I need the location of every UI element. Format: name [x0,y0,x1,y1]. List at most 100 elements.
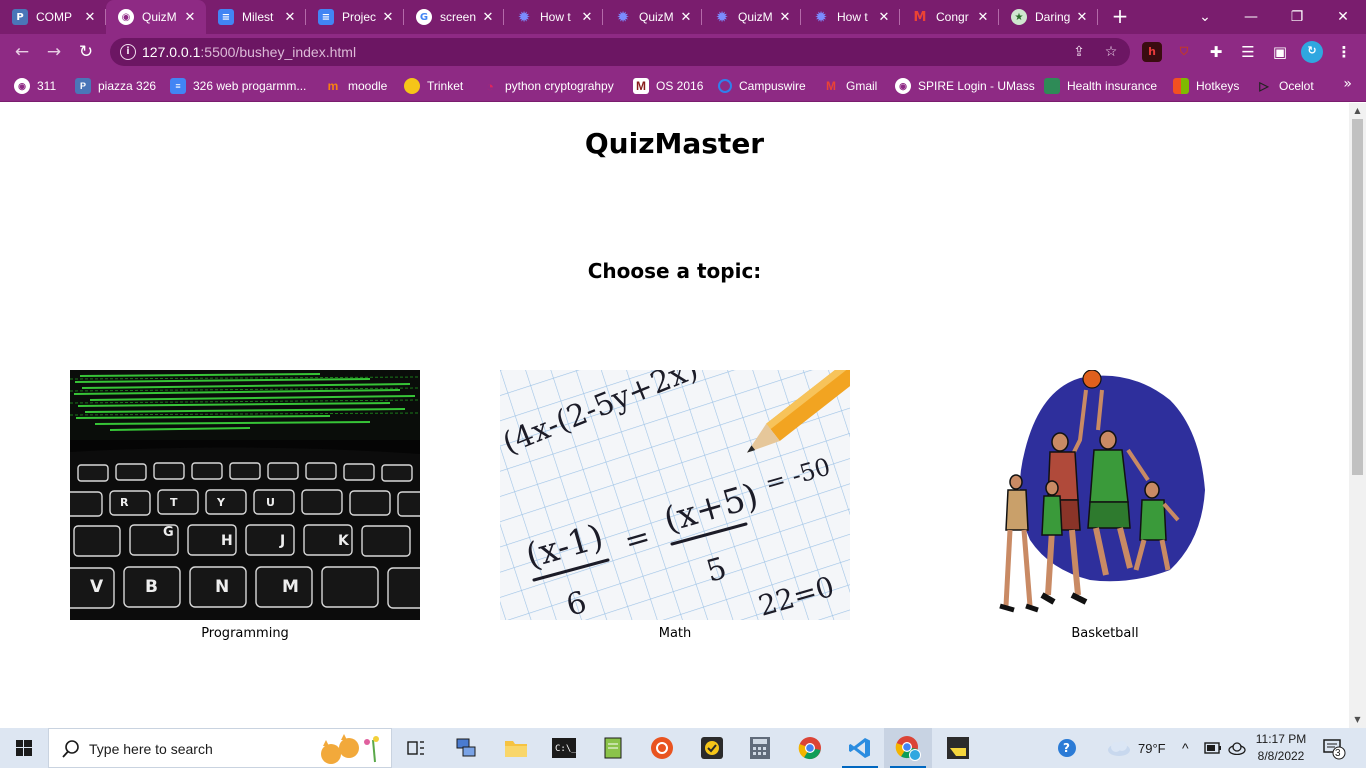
tab-6[interactable]: ✹ QuizM ✕ [603,0,702,34]
close-window-button[interactable]: ✕ [1320,0,1366,34]
bookmark-campuswire[interactable]: Campuswire [718,76,806,96]
tab-8[interactable]: ✹ How t ✕ [801,0,900,34]
scroll-up-icon[interactable]: ▲ [1349,103,1366,119]
close-tab-icon[interactable]: ✕ [82,10,98,25]
topic-basketball[interactable]: Basketball [930,370,1280,650]
back-button[interactable]: ← [10,40,34,64]
tab-5[interactable]: ✹ How t ✕ [504,0,603,34]
taskbar-app-chrome-profile[interactable] [884,728,932,768]
topic-programming[interactable]: G H J K B N M V Y U T R Programming [70,370,420,650]
bookmark-spire[interactable]: ◉ SPIRE Login - UMass [895,76,1035,96]
close-tab-icon[interactable]: ✕ [777,10,793,25]
close-tab-icon[interactable]: ✕ [579,10,595,25]
share-icon[interactable]: ⇪ [1070,43,1088,61]
taskbar-search-box[interactable]: Type here to search [48,728,392,768]
docs-icon: ≡ [170,78,186,94]
extensions-puzzle-icon[interactable]: ✚ [1206,42,1226,62]
bookmark-gmail[interactable]: M Gmail [823,76,877,96]
tab-4[interactable]: G screen ✕ [404,0,504,34]
windows-color-icon [1173,78,1189,94]
tray-show-hidden[interactable]: ^ [1182,728,1189,768]
svg-text:G: G [163,525,174,540]
tab-title: QuizM [738,10,773,24]
close-tab-icon[interactable]: ✕ [182,10,198,25]
taskbar-app-notepad[interactable] [590,728,638,768]
ublock-extension-icon[interactable]: ⛉ [1174,42,1194,62]
bookmark-os-2016[interactable]: M OS 2016 [633,76,703,96]
tray-battery[interactable] [1203,728,1223,768]
address-bar[interactable]: i 127.0.0.1:5500/bushey_index.html ⇪ ☆ [110,38,1130,66]
taskbar-clock[interactable]: 11:17 PM 8/8/2022 [1250,731,1312,765]
task-view-button[interactable] [392,728,440,768]
site-info-icon[interactable]: i [120,44,136,60]
new-tab-button[interactable]: + [1108,5,1132,29]
bookmark-trinket[interactable]: Trinket [404,76,463,96]
scrollbar-thumb[interactable] [1352,119,1363,475]
close-tab-icon[interactable]: ✕ [1074,10,1090,25]
taskbar-app-sticky-notes[interactable] [934,728,982,768]
tab-title: Daring [1035,10,1071,24]
bookmark-311[interactable]: ◉ 311 [14,76,56,96]
bookmark-piazza[interactable]: P piazza 326 [75,76,156,96]
bookmark-label: 326 web progarmm... [193,79,307,93]
notification-center[interactable]: 3 [1322,728,1346,768]
search-highlight-cats-icon [321,734,379,764]
taskbar-app-network[interactable] [442,728,490,768]
bookmark-ocelot[interactable]: ▷ Ocelot [1256,76,1313,96]
tray-network[interactable] [1228,728,1246,768]
keyboard-code-image[interactable]: G H J K B N M V Y U T R [70,370,420,620]
tab-2[interactable]: ≡ Milest ✕ [206,0,306,34]
basketball-players-image[interactable] [930,370,1280,620]
tab-7[interactable]: ✹ QuizM ✕ [702,0,801,34]
bookmark-health-insurance[interactable]: Health insurance [1044,76,1157,96]
notification-icon [1323,739,1346,760]
bookmark-moodle[interactable]: m moodle [325,76,388,96]
close-tab-icon[interactable]: ✕ [876,10,892,25]
taskbar-app-file-explorer[interactable] [492,728,540,768]
taskbar-app-ubuntu[interactable] [638,728,686,768]
tab-9[interactable]: M Congr ✕ [900,0,999,34]
close-tab-icon[interactable]: ✕ [480,10,496,25]
topic-math[interactable]: (4x-(2-5y+2x) (x-1) 6 = (x+5) 5 = -50 22… [500,370,850,650]
tray-weather[interactable]: 79°F [1106,728,1166,768]
taskbar-app-chrome[interactable] [786,728,834,768]
clock-date: 8/8/2022 [1257,749,1305,763]
bookmark-python-cryptography[interactable]: ◔ python cryptograhpy [482,76,614,96]
close-tab-icon[interactable]: ✕ [678,10,694,25]
calculator-icon [750,737,770,759]
taskbar-app-terminal[interactable]: C:\_ [540,728,588,768]
taskbar-app-calculator[interactable] [736,728,784,768]
more-bookmarks-icon[interactable]: » [1343,76,1352,92]
reading-list-icon[interactable]: ☰ [1238,42,1258,62]
scroll-down-icon[interactable]: ▼ [1349,712,1366,728]
moodle-icon: m [327,79,339,93]
clock-time: 11:17 PM [1255,732,1307,746]
taskbar-app-norton[interactable] [688,728,736,768]
tab-0[interactable]: P COMP ✕ [0,0,106,34]
start-button[interactable] [0,728,48,768]
tab-10[interactable]: ★ Daring ✕ [999,0,1098,34]
page-scrollbar[interactable]: ▲ ▼ [1349,103,1366,728]
tab-3[interactable]: ≡ Projec ✕ [306,0,404,34]
close-tab-icon[interactable]: ✕ [282,10,298,25]
chrome-menu-icon[interactable]: ⋮ [1334,42,1354,62]
tab-search-button[interactable]: ⌄ [1182,0,1228,34]
reload-button[interactable]: ↻ [74,40,98,64]
close-tab-icon[interactable]: ✕ [975,10,991,25]
tray-help[interactable]: ? [1056,728,1078,768]
restore-button[interactable]: ❐ [1274,0,1320,34]
minimize-button[interactable]: — [1228,0,1274,34]
side-panel-icon[interactable]: ▣ [1270,42,1290,62]
taskbar-app-vscode[interactable] [836,728,884,768]
honey-extension-icon[interactable]: h [1142,42,1162,62]
bookmark-326-web[interactable]: ≡ 326 web progarmm... [170,76,306,96]
close-tab-icon[interactable]: ✕ [380,10,396,25]
math-paper-image[interactable]: (4x-(2-5y+2x) (x-1) 6 = (x+5) 5 = -50 22… [500,370,850,620]
forward-button[interactable]: → [42,40,66,64]
profile-avatar[interactable]: ↻ [1301,41,1323,63]
bookmark-hotkeys[interactable]: Hotkeys [1173,76,1239,96]
tab-1[interactable]: ◉ QuizM ✕ [106,0,206,34]
folder-icon [505,741,527,757]
url-text[interactable]: 127.0.0.1:5500/bushey_index.html [142,44,356,60]
bookmark-star-icon[interactable]: ☆ [1102,43,1120,61]
